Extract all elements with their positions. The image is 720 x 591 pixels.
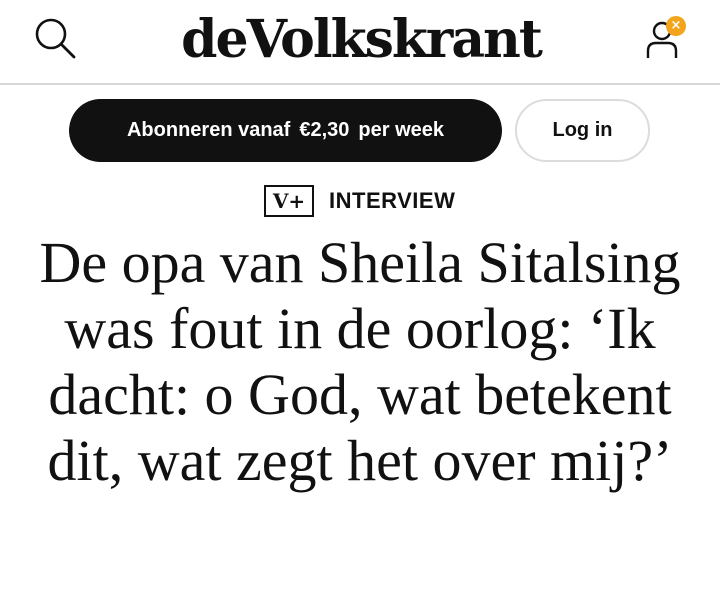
account-notification-badge: × — [666, 16, 686, 36]
login-button[interactable]: Log in — [515, 99, 650, 162]
article-headline[interactable]: De opa van Sheila Sitalsing was fout in … — [20, 230, 700, 494]
kicker-label: INTERVIEW — [329, 188, 456, 213]
search-button[interactable] — [30, 14, 82, 66]
subscribe-label-end: per week — [358, 119, 445, 141]
subscribe-button[interactable]: Abonneren vanaf €2,30 per week — [69, 99, 502, 162]
site-header: deVolkskrant × — [0, 0, 720, 85]
subscribe-price: €2,30 — [299, 119, 350, 141]
subscribe-label-start: Abonneren vanaf — [126, 119, 291, 141]
search-icon — [35, 18, 76, 59]
article-kicker: V+ INTERVIEW — [264, 184, 455, 218]
site-logo[interactable]: deVolkskrant — [166, 4, 556, 76]
premium-badge: V+ — [264, 185, 314, 217]
